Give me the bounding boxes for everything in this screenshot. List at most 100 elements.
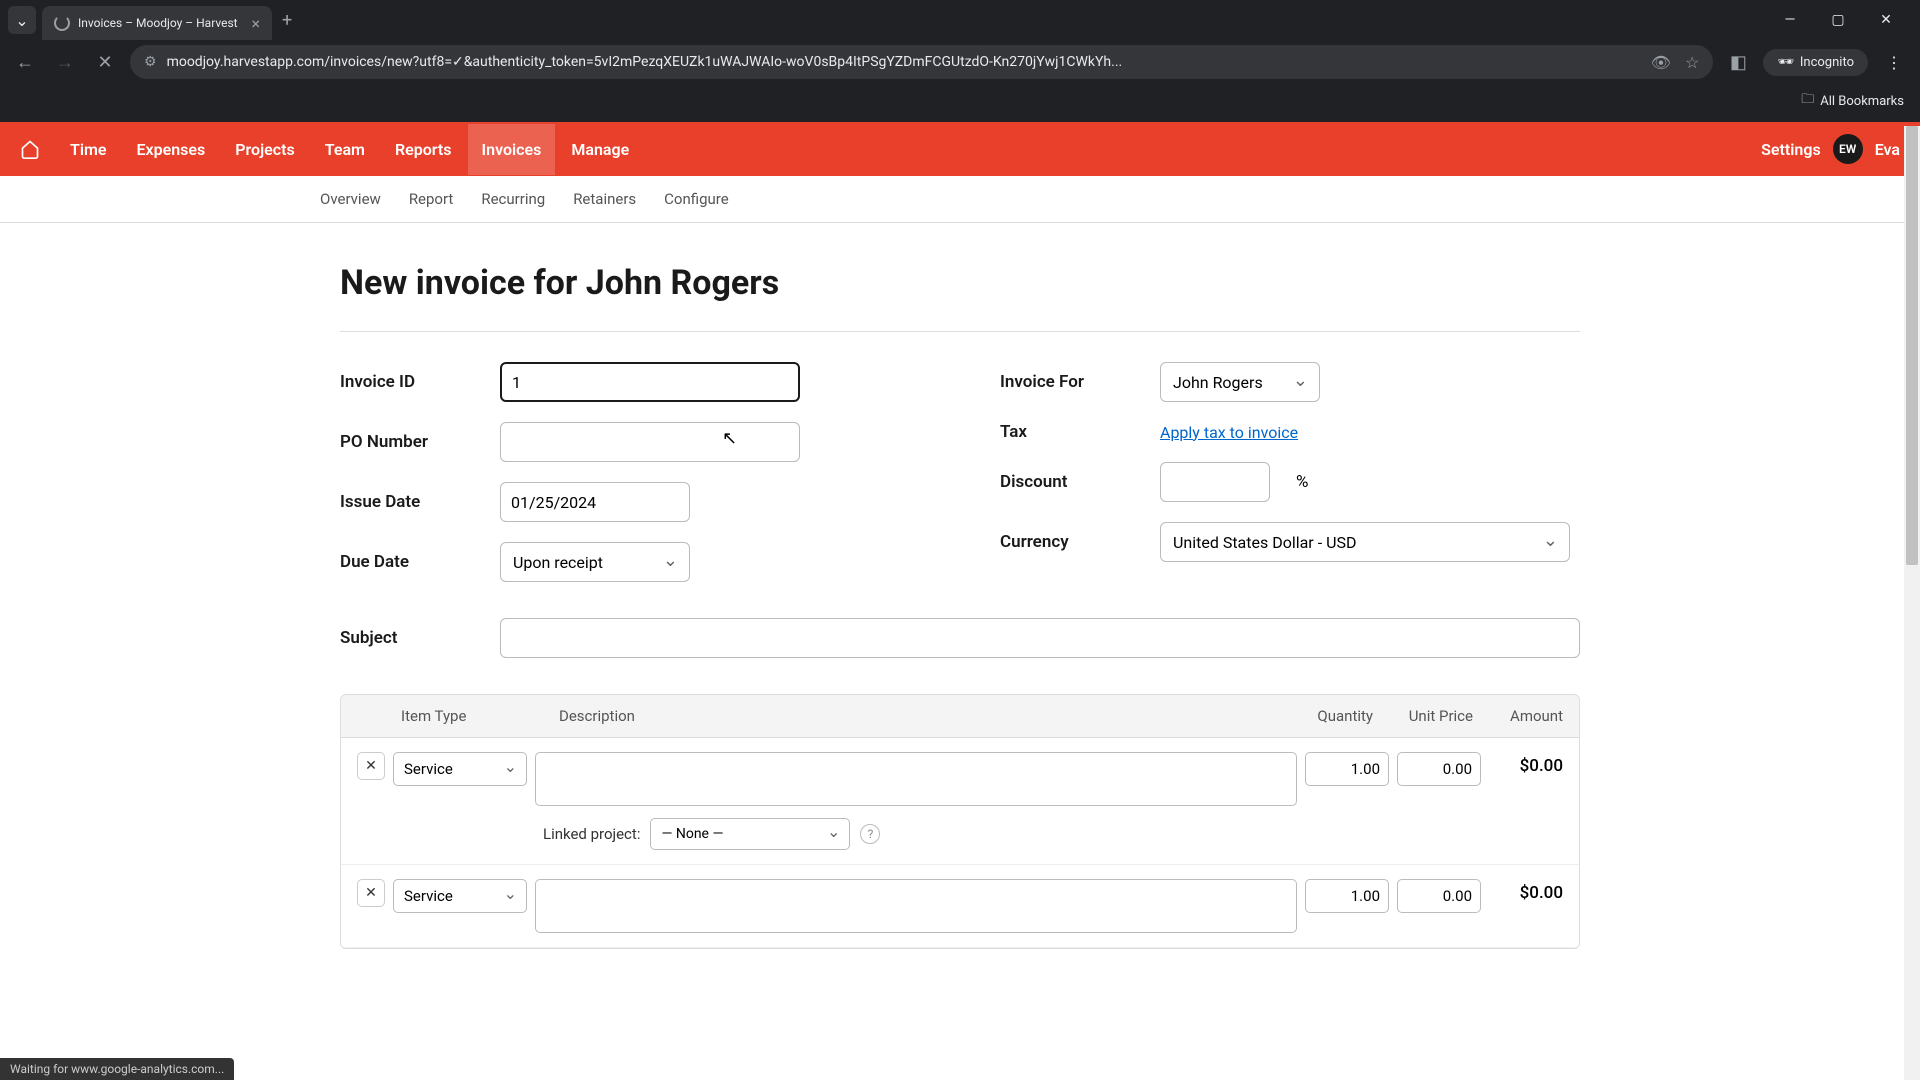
new-tab-button[interactable]: + bbox=[282, 10, 292, 31]
item-type-select[interactable]: Service bbox=[393, 879, 527, 913]
header-amount: Amount bbox=[1473, 707, 1563, 725]
home-icon[interactable] bbox=[20, 139, 40, 159]
apply-tax-link[interactable]: Apply tax to invoice bbox=[1160, 423, 1298, 442]
site-settings-icon[interactable]: ⚙ bbox=[144, 54, 157, 70]
subnav-recurring[interactable]: Recurring bbox=[481, 176, 545, 222]
tab-title: Invoices – Moodjoy – Harvest bbox=[78, 16, 243, 30]
folder-icon: 🗀 bbox=[1801, 90, 1814, 112]
header-description: Description bbox=[551, 707, 1273, 725]
line-items-table: Item Type Description Quantity Unit Pric… bbox=[340, 694, 1580, 949]
nav-reports[interactable]: Reports bbox=[381, 124, 466, 175]
url-text: moodjoy.harvestapp.com/invoices/new?utf8… bbox=[167, 54, 1641, 70]
close-window-button[interactable]: ✕ bbox=[1872, 12, 1900, 28]
all-bookmarks-button[interactable]: 🗀 All Bookmarks bbox=[1801, 90, 1904, 112]
nav-right: Settings EW Eva bbox=[1761, 134, 1900, 164]
subnav-report[interactable]: Report bbox=[409, 176, 454, 222]
nav-projects[interactable]: Projects bbox=[221, 124, 309, 175]
maximize-button[interactable]: ▢ bbox=[1824, 12, 1852, 28]
amount-text: $0.00 bbox=[1489, 879, 1563, 903]
eye-off-icon[interactable]: 👁 bbox=[1651, 53, 1671, 72]
header-quantity: Quantity bbox=[1273, 707, 1373, 725]
subnav-retainers[interactable]: Retainers bbox=[573, 176, 636, 222]
currency-select[interactable]: United States Dollar - USD bbox=[1160, 522, 1570, 562]
nav-manage[interactable]: Manage bbox=[557, 124, 643, 175]
description-input[interactable] bbox=[535, 752, 1297, 806]
settings-link[interactable]: Settings bbox=[1761, 140, 1821, 159]
issue-date-label: Issue Date bbox=[340, 492, 480, 512]
due-date-select[interactable]: Upon receipt bbox=[500, 542, 690, 582]
item-type-select[interactable]: Service bbox=[393, 752, 527, 786]
username[interactable]: Eva bbox=[1875, 140, 1900, 159]
discount-input[interactable] bbox=[1160, 462, 1270, 502]
close-icon: ✕ bbox=[365, 885, 377, 901]
subnav-overview[interactable]: Overview bbox=[320, 176, 381, 222]
header-item-type: Item Type bbox=[401, 707, 551, 725]
delete-row-button[interactable]: ✕ bbox=[357, 879, 385, 907]
forward-button[interactable]: → bbox=[50, 47, 80, 77]
invoice-for-label: Invoice For bbox=[1000, 372, 1140, 392]
nav-time[interactable]: Time bbox=[56, 124, 121, 175]
scrollbar-thumb[interactable] bbox=[1906, 126, 1918, 565]
linked-project-select[interactable]: — None — bbox=[650, 818, 850, 850]
header-unit-price: Unit Price bbox=[1373, 707, 1473, 725]
close-tab-icon[interactable]: × bbox=[251, 14, 260, 33]
browser-chrome: ⌄ Invoices – Moodjoy – Harvest × + — ▢ ✕… bbox=[0, 0, 1920, 122]
discount-unit: % bbox=[1296, 472, 1308, 492]
linked-project-label: Linked project: bbox=[543, 825, 640, 843]
table-row: ✕ Service $0.00 Linked project: — None —… bbox=[341, 738, 1579, 865]
delete-row-button[interactable]: ✕ bbox=[357, 752, 385, 780]
top-nav: Time Expenses Projects Team Reports Invo… bbox=[0, 122, 1920, 176]
due-date-label: Due Date bbox=[340, 552, 480, 572]
back-button[interactable]: ← bbox=[10, 47, 40, 77]
quantity-input[interactable] bbox=[1305, 879, 1389, 913]
table-row: ✕ Service $0.00 bbox=[341, 865, 1579, 948]
browser-menu-button[interactable]: ⋮ bbox=[1878, 53, 1910, 72]
po-number-input[interactable] bbox=[500, 422, 800, 462]
nav-items: Time Expenses Projects Team Reports Invo… bbox=[56, 124, 643, 175]
incognito-icon: 🕶 bbox=[1777, 55, 1794, 70]
unit-price-input[interactable] bbox=[1397, 879, 1481, 913]
subnav-configure[interactable]: Configure bbox=[664, 176, 729, 222]
invoice-id-input[interactable] bbox=[500, 362, 800, 402]
close-icon: ✕ bbox=[365, 758, 377, 774]
scrollbar[interactable] bbox=[1904, 126, 1920, 1080]
incognito-badge[interactable]: 🕶 Incognito bbox=[1763, 49, 1868, 76]
chevron-down-icon: ⌄ bbox=[15, 11, 28, 30]
bookmark-star-icon[interactable]: ☆ bbox=[1685, 53, 1699, 72]
nav-expenses[interactable]: Expenses bbox=[123, 124, 220, 175]
invoice-for-select[interactable]: John Rogers bbox=[1160, 362, 1320, 402]
amount-text: $0.00 bbox=[1489, 752, 1563, 776]
side-panel-button[interactable]: ◧ bbox=[1723, 47, 1753, 77]
description-input[interactable] bbox=[535, 879, 1297, 933]
nav-team[interactable]: Team bbox=[311, 124, 379, 175]
loading-spinner-icon bbox=[54, 15, 70, 31]
tax-label: Tax bbox=[1000, 422, 1140, 442]
avatar[interactable]: EW bbox=[1833, 134, 1863, 164]
bookmarks-bar: 🗀 All Bookmarks bbox=[0, 84, 1920, 122]
tab-bar: ⌄ Invoices – Moodjoy – Harvest × + — ▢ ✕ bbox=[0, 0, 1920, 40]
sub-nav: Overview Report Recurring Retainers Conf… bbox=[0, 176, 1920, 223]
discount-label: Discount bbox=[1000, 472, 1140, 492]
app-viewport: Time Expenses Projects Team Reports Invo… bbox=[0, 122, 1920, 1076]
stop-reload-button[interactable]: ✕ bbox=[90, 47, 120, 77]
issue-date-input[interactable] bbox=[500, 482, 690, 522]
table-header: Item Type Description Quantity Unit Pric… bbox=[341, 695, 1579, 738]
invoice-form: Invoice ID PO Number Issue Date Due Date… bbox=[340, 362, 1580, 582]
nav-invoices[interactable]: Invoices bbox=[468, 124, 556, 175]
minimize-button[interactable]: — bbox=[1776, 12, 1804, 28]
invoice-id-label: Invoice ID bbox=[340, 372, 480, 392]
po-number-label: PO Number bbox=[340, 432, 480, 452]
url-field[interactable]: ⚙ moodjoy.harvestapp.com/invoices/new?ut… bbox=[130, 45, 1713, 79]
quantity-input[interactable] bbox=[1305, 752, 1389, 786]
unit-price-input[interactable] bbox=[1397, 752, 1481, 786]
tab-search-button[interactable]: ⌄ bbox=[8, 6, 36, 34]
status-bar: Waiting for www.google-analytics.com... bbox=[0, 1058, 234, 1080]
window-controls: — ▢ ✕ bbox=[1776, 12, 1912, 28]
address-bar: ← → ✕ ⚙ moodjoy.harvestapp.com/invoices/… bbox=[0, 40, 1920, 84]
page-content: New invoice for John Rogers Invoice ID P… bbox=[320, 223, 1600, 989]
help-icon[interactable]: ? bbox=[860, 824, 880, 844]
currency-label: Currency bbox=[1000, 532, 1140, 552]
browser-tab[interactable]: Invoices – Moodjoy – Harvest × bbox=[42, 6, 272, 40]
subject-input[interactable] bbox=[500, 618, 1580, 658]
subject-label: Subject bbox=[340, 628, 480, 648]
